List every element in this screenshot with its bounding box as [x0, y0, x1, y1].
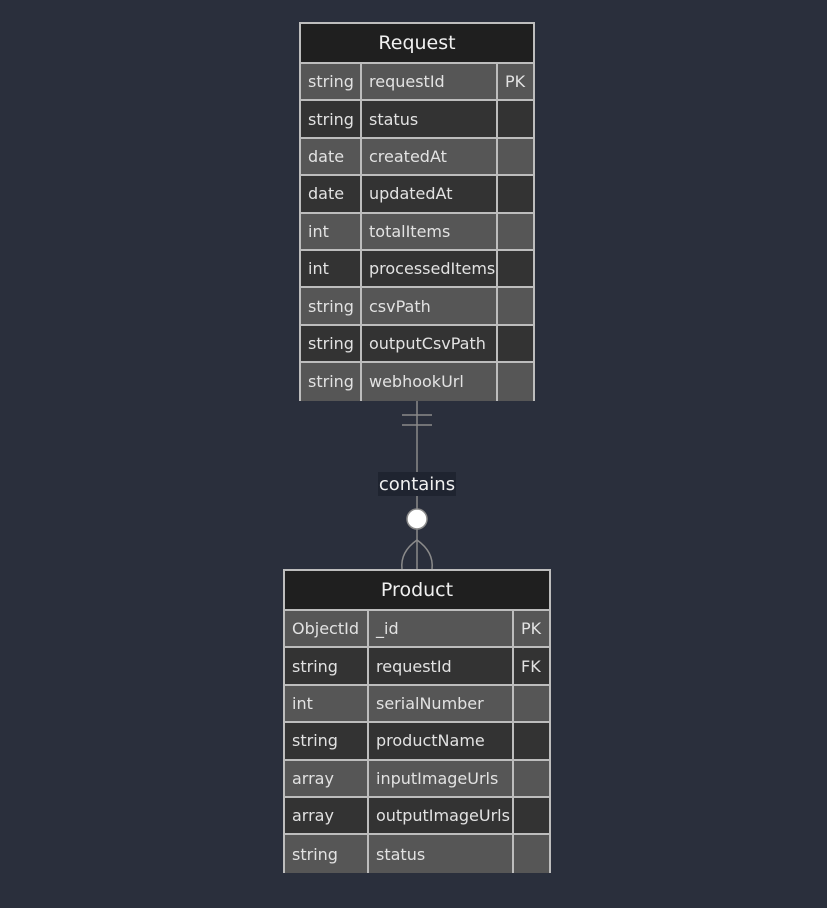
- attribute-key: [498, 251, 533, 286]
- attribute-row[interactable]: date updatedAt: [301, 176, 533, 214]
- attribute-name: totalItems: [362, 213, 498, 249]
- attribute-list: string requestId PK string status date created…: [301, 64, 533, 401]
- attribute-key: [514, 835, 549, 872]
- attribute-name: status: [369, 835, 514, 873]
- attribute-type: string: [285, 648, 369, 684]
- attribute-key: [498, 288, 533, 323]
- entity-title: Product: [285, 571, 549, 611]
- attribute-key: [498, 214, 533, 249]
- attribute-name: processedItems: [362, 250, 498, 287]
- attribute-type: string: [301, 288, 362, 324]
- attribute-row[interactable]: string status: [301, 101, 533, 139]
- attribute-row[interactable]: int processedItems: [301, 250, 533, 289]
- attribute-type: string: [285, 723, 369, 759]
- attribute-name: serialNumber: [369, 685, 514, 722]
- attribute-row[interactable]: int totalItems: [301, 213, 533, 251]
- attribute-name: outputCsvPath: [362, 325, 498, 362]
- attribute-key: FK: [521, 656, 541, 676]
- attribute-name: inputImageUrls: [369, 760, 514, 796]
- attribute-row[interactable]: string requestId PK: [301, 64, 533, 102]
- attribute-type: date: [301, 176, 362, 212]
- attribute-name: updatedAt: [362, 176, 498, 212]
- attribute-name: productName: [369, 723, 514, 759]
- attribute-type: int: [301, 250, 362, 287]
- crowfoot-left: [401, 539, 418, 570]
- relationship-label: contains: [378, 472, 456, 496]
- attribute-key: [498, 176, 533, 211]
- attribute-row[interactable]: string status: [285, 835, 549, 873]
- attribute-name: csvPath: [362, 288, 498, 324]
- attribute-name: requestId: [369, 648, 514, 684]
- attribute-name: _id: [369, 611, 514, 647]
- attribute-row[interactable]: array inputImageUrls: [285, 760, 549, 798]
- cardinality-zero-circle: [406, 508, 428, 530]
- attribute-row[interactable]: string webhookUrl: [301, 363, 533, 401]
- attribute-name: requestId: [362, 64, 498, 100]
- attribute-row[interactable]: array outputImageUrls: [285, 797, 549, 836]
- attribute-key: [514, 723, 549, 758]
- attribute-row[interactable]: string requestId FK: [285, 648, 549, 686]
- attribute-type: string: [301, 325, 362, 362]
- entity-product[interactable]: Product ObjectId _id PK string requestId FK in…: [283, 569, 551, 873]
- attribute-name: status: [362, 101, 498, 137]
- attribute-key: [498, 363, 533, 400]
- attribute-key: [514, 798, 549, 833]
- attribute-name: outputImageUrls: [369, 797, 514, 834]
- attribute-type: array: [285, 797, 369, 834]
- attribute-type: string: [301, 363, 362, 401]
- attribute-key: PK: [505, 72, 526, 92]
- attribute-row[interactable]: string outputCsvPath: [301, 325, 533, 364]
- attribute-key: [498, 139, 533, 174]
- attribute-key: PK: [521, 619, 542, 639]
- attribute-type: date: [301, 138, 362, 175]
- attribute-row[interactable]: int serialNumber: [285, 685, 549, 724]
- attribute-list: ObjectId _id PK string requestId FK int serialN…: [285, 611, 549, 873]
- attribute-row[interactable]: date createdAt: [301, 138, 533, 177]
- entity-title: Request: [301, 24, 533, 64]
- crowfoot-right: [416, 539, 433, 570]
- attribute-name: webhookUrl: [362, 363, 498, 401]
- attribute-type: string: [285, 835, 369, 873]
- attribute-row[interactable]: string productName: [285, 723, 549, 761]
- attribute-key: [514, 686, 549, 721]
- attribute-type: string: [301, 64, 362, 100]
- attribute-key: [498, 101, 533, 136]
- attribute-row[interactable]: ObjectId _id PK: [285, 611, 549, 649]
- attribute-type: int: [285, 685, 369, 722]
- attribute-name: createdAt: [362, 138, 498, 175]
- attribute-type: array: [285, 760, 369, 796]
- attribute-row[interactable]: string csvPath: [301, 288, 533, 326]
- attribute-type: int: [301, 213, 362, 249]
- entity-request[interactable]: Request string requestId PK string status dat…: [299, 22, 535, 401]
- attribute-key: [498, 326, 533, 361]
- attribute-type: ObjectId: [285, 611, 369, 647]
- attribute-type: string: [301, 101, 362, 137]
- attribute-key: [514, 761, 549, 796]
